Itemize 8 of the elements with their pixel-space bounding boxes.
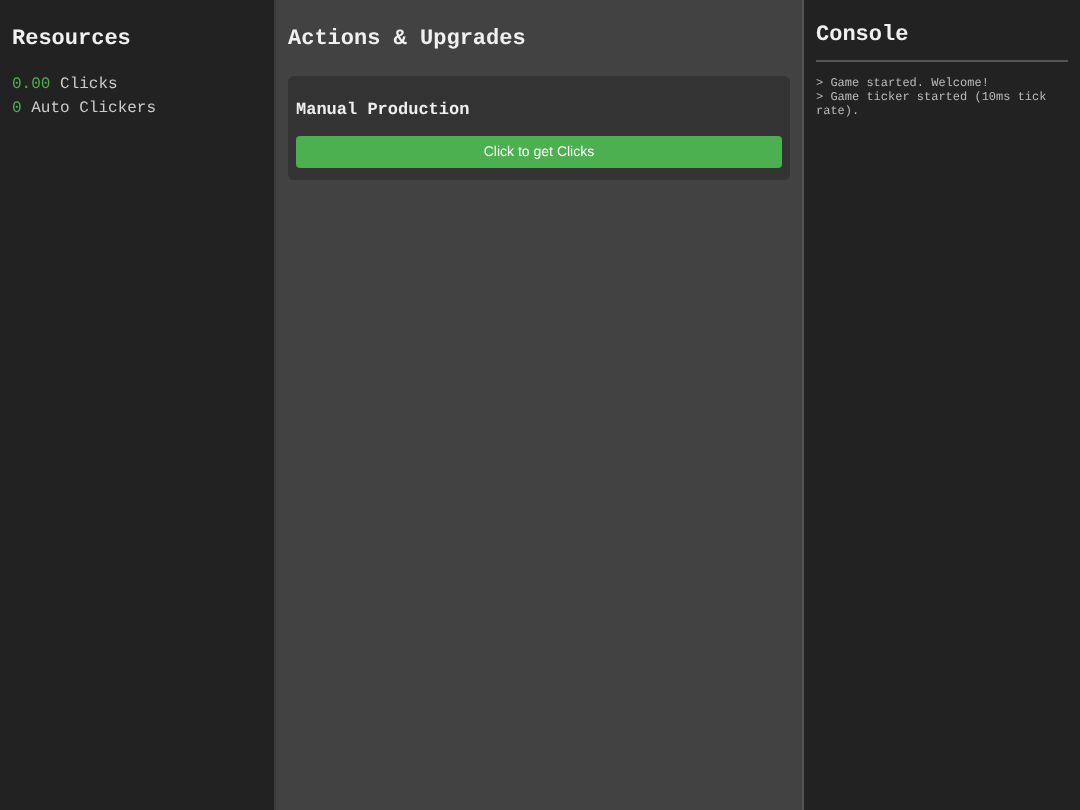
- resource-label: Auto Clickers: [31, 100, 157, 118]
- card-title: Manual Production: [296, 100, 472, 120]
- resource-value: 0.00: [12, 76, 51, 94]
- panel-title: Actions & Upgrades: [288, 28, 528, 52]
- resource-label: Clicks: [60, 76, 118, 94]
- resource-value: 0: [12, 100, 22, 118]
- panel-title: Resources: [12, 28, 133, 52]
- panel-title: Console: [816, 24, 1068, 62]
